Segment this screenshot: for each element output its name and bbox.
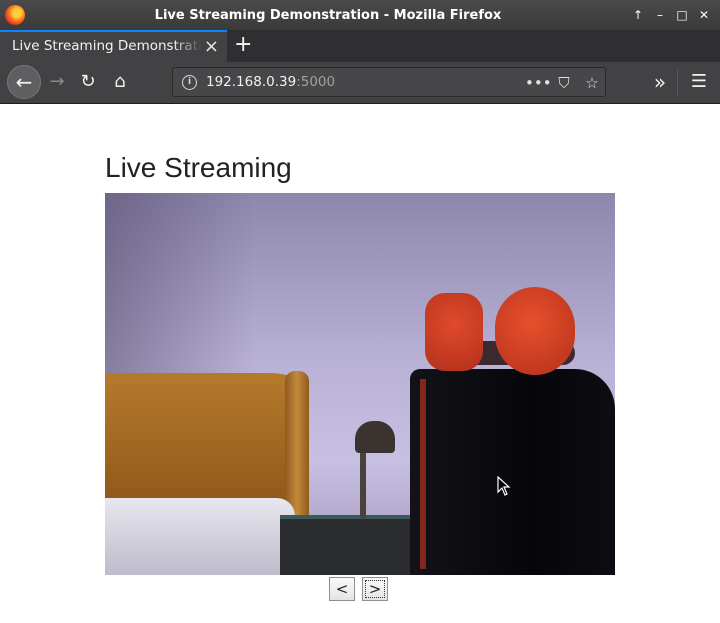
stream-headphone-left xyxy=(425,293,483,371)
title-bar: Live Streaming Demonstration - Mozilla F… xyxy=(0,0,720,30)
url-host: 192.168.0.39 xyxy=(206,74,297,90)
site-info-icon[interactable]: i xyxy=(182,75,197,90)
minimize-icon[interactable]: – xyxy=(651,6,669,24)
page-actions-icon[interactable]: ••• xyxy=(525,72,552,94)
overflow-chevron-icon[interactable]: » xyxy=(645,67,675,97)
url-text[interactable]: 192.168.0.39:5000 xyxy=(206,74,335,90)
window-title: Live Streaming Demonstration - Mozilla F… xyxy=(154,8,502,23)
back-arrow-icon[interactable]: ← xyxy=(7,65,41,99)
stream-lamp-shade xyxy=(355,421,395,453)
stream-chair xyxy=(410,369,615,575)
stream-nightstand xyxy=(280,515,420,575)
page-title: Live Streaming xyxy=(105,152,292,183)
home-icon[interactable]: ⌂ xyxy=(105,67,135,97)
video-stream-image xyxy=(105,193,615,575)
browser-window: Live Streaming Demonstration - Mozilla F… xyxy=(0,0,720,623)
toolbar-separator xyxy=(677,70,678,96)
previous-button[interactable]: < xyxy=(329,577,355,601)
hamburger-menu-icon[interactable]: ☰ xyxy=(684,67,714,97)
forward-arrow-icon[interactable]: → xyxy=(42,67,72,97)
keep-above-icon[interactable]: ↑ xyxy=(629,6,647,24)
stream-lamp-stem xyxy=(360,448,366,518)
reload-icon[interactable]: ↻ xyxy=(73,67,103,97)
pocket-icon[interactable]: ⛉ xyxy=(553,72,575,94)
url-bar[interactable]: i 192.168.0.39:5000 ••• ⛉ ☆ xyxy=(172,67,606,97)
tab-strip: Live Streaming Demonstration × + xyxy=(0,30,720,62)
stream-headphone-right xyxy=(495,287,575,375)
tab-label: Live Streaming Demonstration xyxy=(12,38,202,54)
navigation-toolbar: ← → ↻ ⌂ i 192.168.0.39:5000 ••• ⛉ ☆ » ☰ xyxy=(0,62,720,104)
maximize-icon[interactable]: □ xyxy=(673,6,691,24)
page-content: Live Streaming < > xyxy=(0,104,720,623)
new-tab-icon[interactable]: + xyxy=(234,32,252,57)
bookmark-star-icon[interactable]: ☆ xyxy=(581,72,603,94)
tab-live-streaming[interactable]: Live Streaming Demonstration × xyxy=(0,30,227,62)
close-window-icon[interactable]: ✕ xyxy=(695,6,713,24)
next-button[interactable]: > xyxy=(362,577,388,601)
url-port: :5000 xyxy=(296,74,336,90)
stream-chair-trim xyxy=(420,379,426,569)
stream-bed-sheet xyxy=(105,498,295,575)
close-tab-icon[interactable]: × xyxy=(204,36,219,57)
